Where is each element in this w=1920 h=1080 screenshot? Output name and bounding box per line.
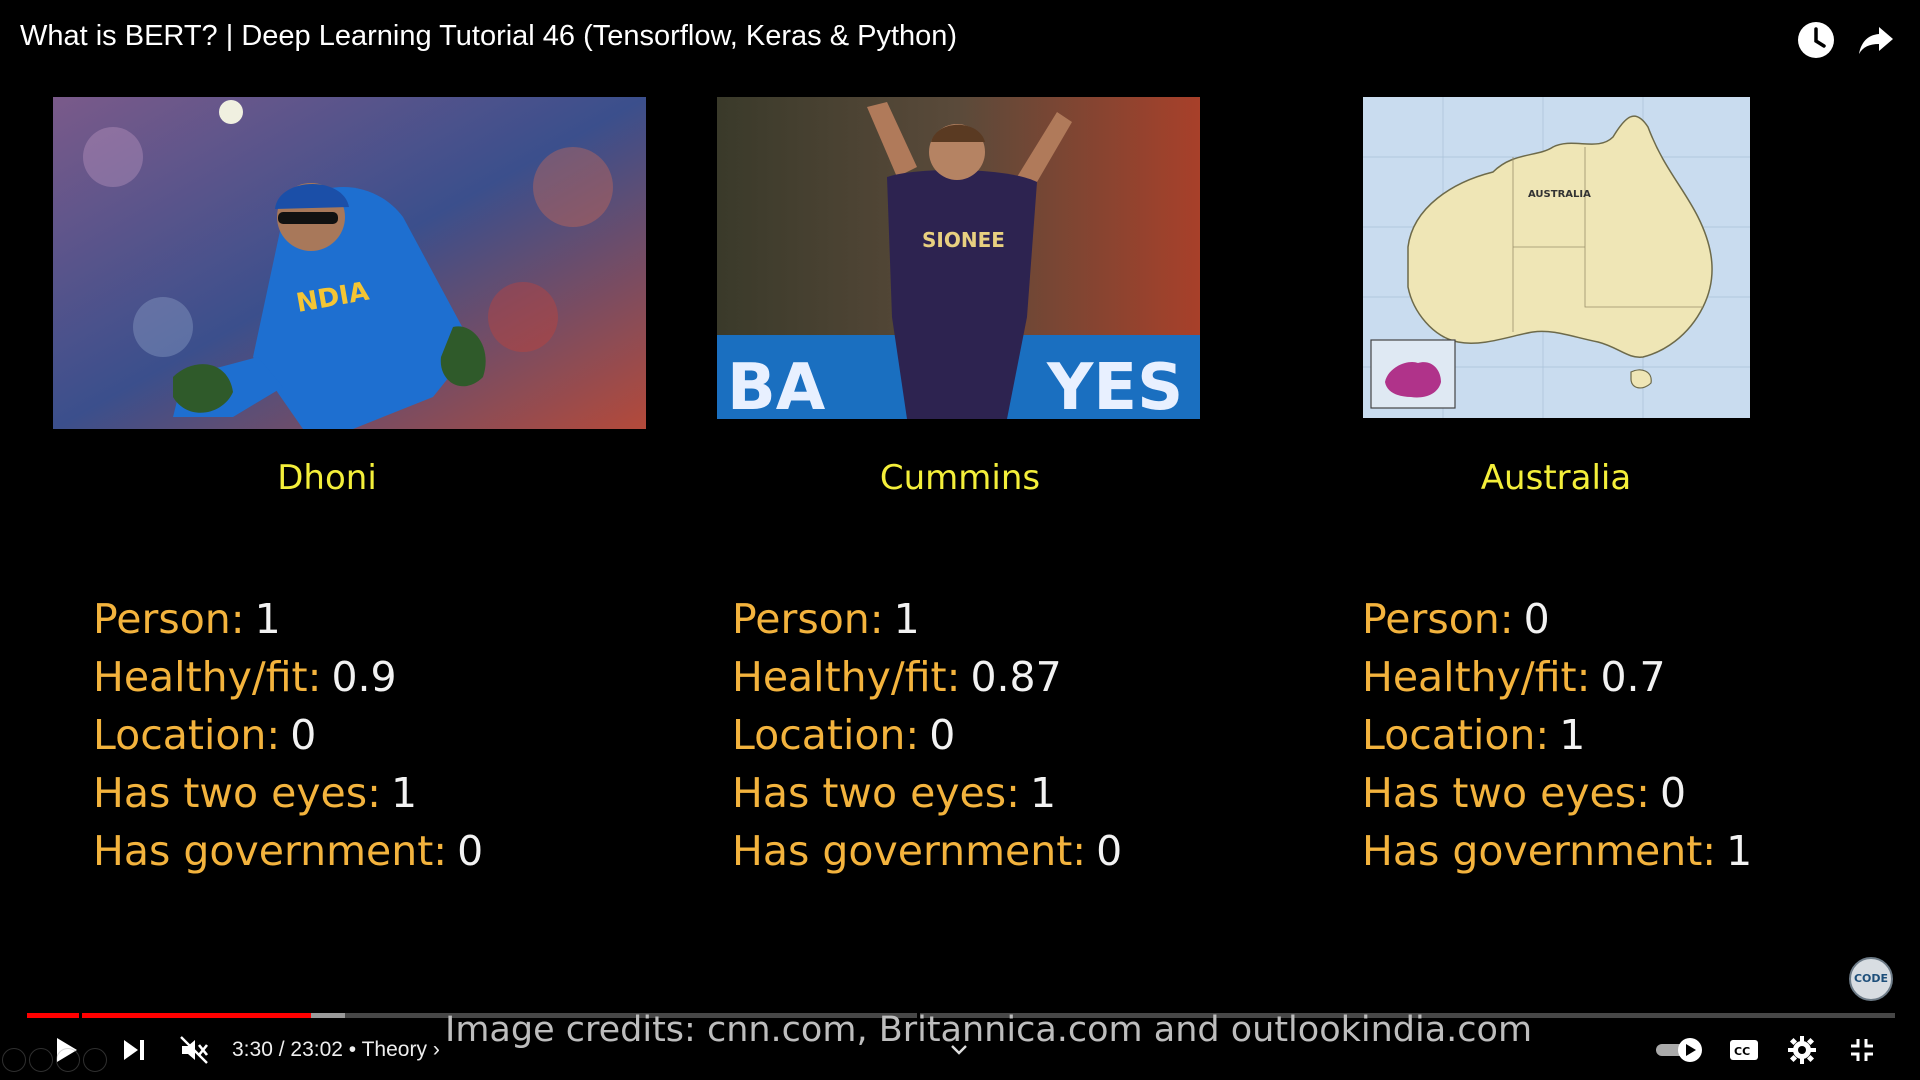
annotation-toolbar [2,1048,107,1076]
chevron-down-button[interactable] [944,1025,974,1075]
captions-button[interactable]: CC [1722,1025,1766,1075]
feature-value: 1 [1559,711,1586,759]
feature-label: Person: [1362,595,1514,643]
cricketer-photo: NDIA [53,97,646,429]
feature-label: Location: [732,711,920,759]
autoplay-toggle[interactable] [1652,1025,1708,1075]
feature-value: 0.9 [331,653,397,701]
feature-label: Person: [732,595,884,643]
feature-row: Has two eyes: 1 [732,764,1122,822]
mute-button[interactable] [172,1025,216,1075]
feature-value: 0 [1096,827,1123,875]
feature-value: 1 [1029,769,1057,817]
australia-map: AUSTRALIA [1363,97,1750,418]
share-icon[interactable] [1854,18,1898,62]
feature-row: Person: 0 [1362,590,1752,648]
feature-row: Has government: 0 [732,822,1122,880]
svg-text:CC: CC [1734,1045,1750,1058]
exit-fullscreen-icon [1851,1039,1873,1061]
feature-row: Location: 0 [732,706,1122,764]
annotation-tool-icon[interactable] [2,1048,26,1072]
feature-label: Has two eyes: [732,769,1020,817]
feature-value: 1 [893,595,920,643]
time-separator: / [272,1038,291,1061]
exit-fullscreen-button[interactable] [1840,1025,1884,1075]
feature-value: 0 [290,711,317,759]
feature-label: Has government: [93,827,448,875]
progress-played [27,1013,311,1018]
chapter-title[interactable]: Theory [362,1038,427,1061]
feature-value: 0 [1659,769,1687,817]
settings-button[interactable] [1780,1025,1824,1075]
feature-label: Has two eyes: [93,769,381,817]
settings-icon [1788,1036,1816,1064]
svg-text:AUSTRALIA: AUSTRALIA [1528,189,1591,200]
chapter-separator: • [342,1038,362,1061]
feature-list-dhoni: Person: 1 Healthy/fit: 0.9 Location: 0 Has … [93,590,483,880]
feature-row: Healthy/fit: 0.9 [93,648,483,706]
chapter-divider [79,1013,82,1018]
feature-label: Has government: [732,827,1087,875]
feature-row: Person: 1 [732,590,1122,648]
caption-australia: Australia [1480,458,1632,498]
feature-row: Has two eyes: 1 [93,764,483,822]
chapter-arrow-icon[interactable]: › [433,1038,440,1061]
feature-label: Location: [1362,711,1550,759]
feature-value: 0.87 [970,653,1062,701]
feature-value: 0 [457,827,484,875]
next-button[interactable] [112,1025,156,1075]
video-title[interactable]: What is BERT? | Deep Learning Tutorial 4… [20,20,957,53]
annotation-tool-icon[interactable] [83,1048,107,1072]
feature-label: Has government: [1362,827,1717,875]
current-time: 3:30 [232,1038,273,1061]
annotation-tool-icon[interactable] [29,1048,53,1072]
watch-later-icon[interactable] [1794,18,1838,62]
bowler-photo: BA YES SIONEE [717,97,1200,419]
feature-row: Healthy/fit: 0.7 [1362,648,1752,706]
feature-value: 0 [1523,595,1550,643]
feature-row: Has government: 1 [1362,822,1752,880]
muted-icon [180,1036,209,1064]
feature-value: 1 [390,769,418,817]
chevron-down-icon [951,1045,967,1055]
video-title-bar: What is BERT? | Deep Learning Tutorial 4… [0,0,1920,80]
feature-label: Healthy/fit: [1362,653,1591,701]
feature-row: Has two eyes: 0 [1362,764,1752,822]
feature-row: Person: 1 [93,590,483,648]
autoplay-toggle-icon [1656,1038,1702,1062]
feature-label: Location: [93,711,281,759]
feature-list-australia: Person: 0 Healthy/fit: 0.7 Location: 1 Has … [1362,590,1752,880]
next-icon [124,1040,144,1060]
feature-list-cummins: Person: 1 Healthy/fit: 0.87 Location: 0 Has… [732,590,1122,880]
feature-row: Has government: 0 [93,822,483,880]
time-display: 3:30 / 23:02 • Theory › [232,1025,440,1075]
caption-cummins: Cummins [879,458,1041,498]
feature-value: 1 [254,595,281,643]
caption-dhoni: Dhoni [277,458,377,498]
feature-row: Location: 1 [1362,706,1752,764]
player-controls: 3:30 / 23:02 • Theory › CC [0,1025,1920,1075]
svg-text:BA: BA [727,351,826,419]
cc-icon: CC [1730,1040,1758,1060]
feature-value: 0.7 [1600,653,1666,701]
svg-text:SIONEE: SIONEE [922,228,1005,252]
feature-row: Healthy/fit: 0.87 [732,648,1122,706]
feature-label: Person: [93,595,245,643]
svg-text:YES: YES [1046,351,1183,419]
feature-value: 0 [929,711,956,759]
annotation-tool-icon[interactable] [56,1048,80,1072]
channel-logo[interactable]: CODE [1849,957,1893,1001]
feature-label: Healthy/fit: [732,653,961,701]
feature-value: 1 [1726,827,1753,875]
duration: 23:02 [290,1038,343,1061]
feature-label: Has two eyes: [1362,769,1650,817]
feature-row: Location: 0 [93,706,483,764]
feature-label: Healthy/fit: [93,653,322,701]
